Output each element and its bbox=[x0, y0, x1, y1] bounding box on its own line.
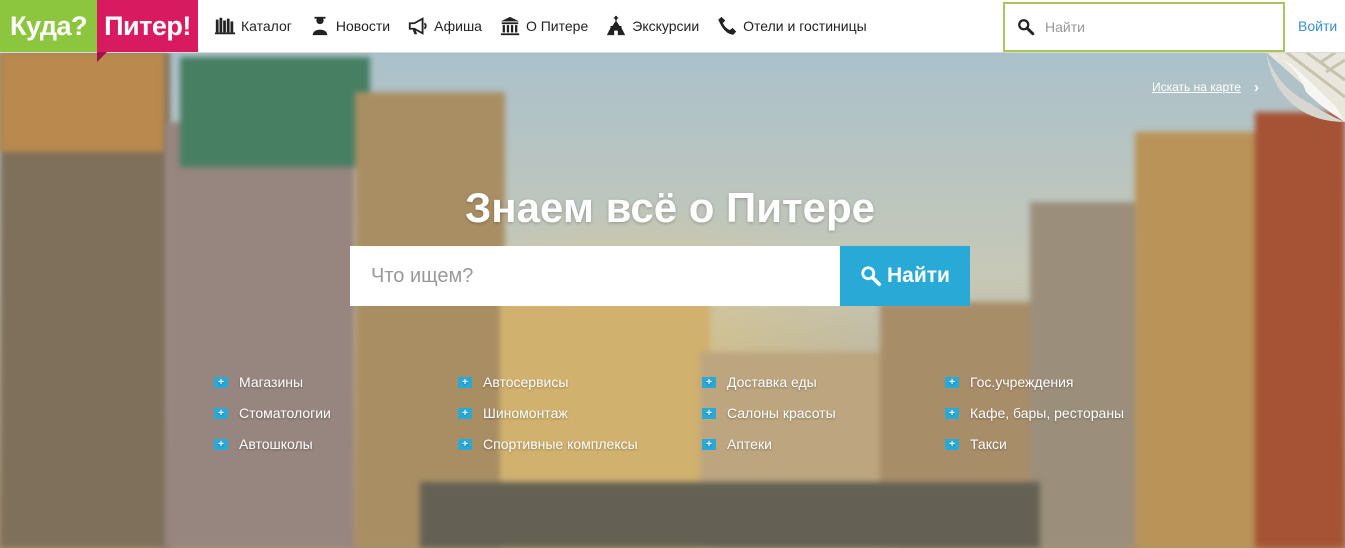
main-nav: Каталог Новости Афиша О Питере Экскурсии… bbox=[214, 0, 884, 52]
category-link[interactable]: + Гос.учреждения bbox=[945, 374, 1073, 390]
logo-piter[interactable]: Питер! bbox=[97, 0, 198, 62]
category-label: Спортивные комплексы bbox=[483, 436, 638, 452]
category-link[interactable]: + Кафе, бары, рестораны bbox=[945, 405, 1124, 421]
chevron-right-icon: › bbox=[1254, 79, 1259, 96]
site-header: Куда? Питер! Каталог Новости Афиша О Пит… bbox=[0, 0, 1345, 62]
news-icon bbox=[312, 16, 328, 36]
plus-icon: + bbox=[458, 376, 472, 388]
nav-item-about[interactable]: О Питере bbox=[499, 15, 588, 37]
hero-search-input[interactable] bbox=[369, 263, 833, 289]
category-label: Шиномонтаж bbox=[483, 405, 568, 421]
category-link[interactable]: + Доставка еды bbox=[702, 374, 817, 390]
phone-icon bbox=[718, 16, 737, 35]
catalog-icon bbox=[214, 17, 236, 35]
megaphone-icon bbox=[408, 17, 427, 35]
nav-item-afisha[interactable]: Афиша bbox=[407, 15, 482, 37]
nav-item-catalog[interactable]: Каталог bbox=[214, 15, 292, 37]
category-link[interactable]: + Салоны красоты bbox=[702, 405, 836, 421]
search-icon bbox=[861, 266, 882, 287]
plus-icon: + bbox=[458, 407, 472, 419]
category-link[interactable]: + Автосервисы bbox=[458, 374, 568, 390]
category-link[interactable]: + Спортивные комплексы bbox=[458, 436, 638, 452]
category-link[interactable]: + Аптеки bbox=[702, 436, 772, 452]
category-link[interactable]: + Магазины bbox=[214, 374, 303, 390]
category-label: Кафе, бары, рестораны bbox=[970, 405, 1125, 421]
nav-item-label: Экскурсии bbox=[632, 18, 700, 34]
nav-item-label: Отели и гостиницы bbox=[743, 18, 867, 34]
category-label: Такси bbox=[970, 436, 1007, 452]
category-label: Магазины bbox=[239, 374, 304, 390]
hero-search-button[interactable]: Найти bbox=[840, 246, 970, 306]
logo-kuda[interactable]: Куда? bbox=[0, 0, 97, 52]
hero-search-box bbox=[350, 246, 840, 306]
plus-icon: + bbox=[214, 438, 228, 450]
nav-item-label: Новости bbox=[335, 18, 391, 34]
category-link[interactable]: + Такси bbox=[945, 436, 1007, 452]
category-label: Автосервисы bbox=[483, 374, 569, 390]
map-corner-icon[interactable] bbox=[1266, 52, 1345, 122]
category-label: Стоматологии bbox=[239, 405, 331, 421]
nav-item-label: О Питере bbox=[525, 18, 589, 34]
category-label: Аптеки bbox=[727, 436, 772, 452]
church-icon bbox=[607, 15, 626, 36]
header-search bbox=[1003, 2, 1285, 52]
hero-title: Знаем всё о Питере bbox=[464, 184, 875, 231]
plus-icon: + bbox=[945, 438, 959, 450]
search-on-map-link[interactable]: Искать на карте bbox=[1152, 80, 1241, 94]
hero-section: Искать на карте › Знаем всё о Питере Най… bbox=[0, 52, 1345, 548]
header-search-input[interactable] bbox=[1043, 18, 1267, 36]
category-label: Доставка еды bbox=[727, 374, 817, 390]
category-link[interactable]: + Шиномонтаж bbox=[458, 405, 568, 421]
nav-item-hotels[interactable]: Отели и гостиницы bbox=[716, 15, 867, 37]
nav-item-label: Каталог bbox=[241, 18, 292, 34]
plus-icon: + bbox=[214, 376, 228, 388]
category-label: Автошколы bbox=[239, 436, 313, 452]
nav-item-label: Афиша bbox=[434, 18, 482, 34]
category-link[interactable]: + Автошколы bbox=[214, 436, 313, 452]
plus-icon: + bbox=[214, 407, 228, 419]
museum-icon bbox=[500, 16, 520, 36]
category-link[interactable]: + Стоматологии bbox=[214, 405, 331, 421]
plus-icon: + bbox=[702, 407, 716, 419]
plus-icon: + bbox=[702, 438, 716, 450]
plus-icon: + bbox=[458, 438, 472, 450]
hero-search-button-label: Найти bbox=[887, 264, 950, 287]
category-label: Гос.учреждения bbox=[970, 374, 1074, 390]
plus-icon: + bbox=[945, 407, 959, 419]
category-label: Салоны красоты bbox=[727, 405, 836, 421]
plus-icon: + bbox=[945, 376, 959, 388]
nav-item-excursions[interactable]: Экскурсии bbox=[605, 15, 699, 37]
nav-item-news[interactable]: Новости bbox=[309, 15, 390, 37]
login-button[interactable]: Войти bbox=[1298, 0, 1337, 52]
plus-icon: + bbox=[702, 376, 716, 388]
search-icon bbox=[1018, 19, 1035, 36]
